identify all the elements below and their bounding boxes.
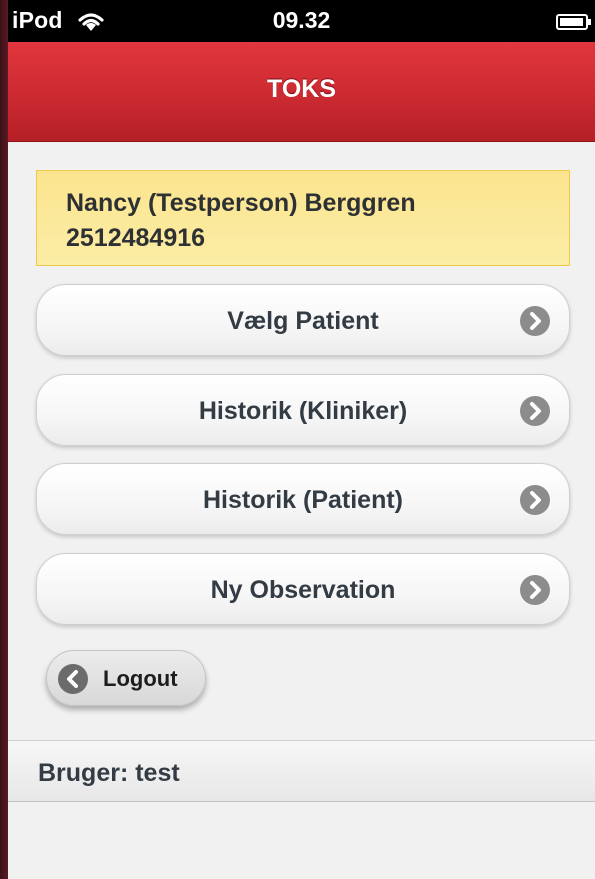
app-screen: iPod 09.32 TOKS Nancy (Testperson) Bergg…: [8, 0, 595, 879]
select-patient-button[interactable]: Vælg Patient: [36, 284, 570, 356]
device-bezel: [0, 0, 8, 879]
chevron-left-icon: [58, 664, 88, 694]
status-time: 09.32: [272, 7, 331, 33]
battery-icon: [556, 14, 591, 30]
chevron-right-icon: [520, 396, 550, 426]
app-header: TOKS: [8, 42, 595, 142]
menu-item-label: Ny Observation: [210, 576, 396, 604]
footer-bar: Bruger: test: [8, 740, 595, 802]
new-observation-button[interactable]: Ny Observation: [36, 553, 570, 625]
chevron-right-icon: [520, 306, 550, 336]
history-clinician-button[interactable]: Historik (Kliniker): [36, 374, 570, 446]
patient-cpr-number: 2512484916: [66, 224, 206, 252]
patient-name: Nancy (Testperson) Berggren: [66, 189, 416, 217]
menu-item-label: Historik (Kliniker): [198, 397, 408, 425]
logout-button[interactable]: Logout: [46, 650, 206, 706]
chevron-right-icon: [520, 575, 550, 605]
patient-info-box: Nancy (Testperson) Berggren 2512484916: [36, 170, 570, 266]
chevron-right-icon: [520, 485, 550, 515]
menu-item-label: Vælg Patient: [227, 307, 379, 335]
page-title: TOKS: [267, 75, 336, 103]
logout-label: Logout: [103, 666, 178, 691]
current-user-label: Bruger: test: [38, 759, 180, 787]
menu-item-label: Historik (Patient): [202, 486, 404, 514]
history-patient-button[interactable]: Historik (Patient): [36, 463, 570, 535]
status-bar: iPod 09.32: [8, 0, 595, 42]
